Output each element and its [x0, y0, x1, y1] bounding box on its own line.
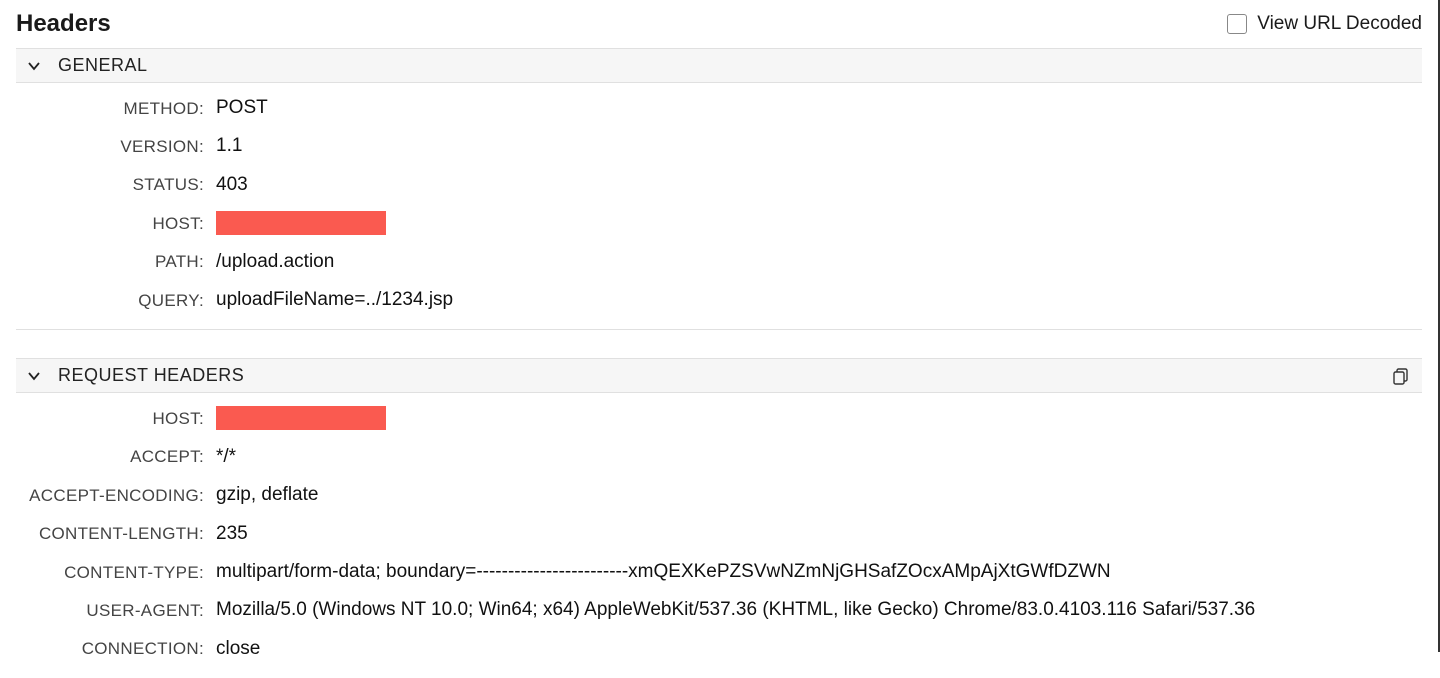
table-row: ACCEPT-ENCODING: gzip, deflate	[16, 476, 1422, 514]
general-rows: METHOD: POST VERSION: 1.1 STATUS: 403 HO…	[16, 83, 1422, 330]
general-section-header[interactable]: GENERAL	[16, 48, 1422, 83]
checkbox-icon[interactable]	[1227, 14, 1247, 34]
general-section: GENERAL METHOD: POST VERSION: 1.1 STATUS…	[16, 48, 1422, 330]
titlebar: Headers View URL Decoded	[16, 10, 1422, 44]
row-key: CONNECTION:	[16, 635, 216, 662]
table-row: STATUS: 403	[16, 166, 1422, 204]
headers-panel: Headers View URL Decoded GENERAL METHOD:…	[0, 0, 1440, 652]
chevron-down-icon	[26, 58, 42, 74]
row-value: /upload.action	[216, 247, 1422, 277]
table-row: CONNECTION: close	[16, 630, 1422, 668]
row-value-redacted	[216, 208, 1422, 238]
table-row: CONTENT-TYPE: multipart/form-data; bound…	[16, 553, 1422, 591]
table-row: METHOD: POST	[16, 89, 1422, 127]
row-key: USER-AGENT:	[16, 597, 216, 624]
table-row: ACCEPT: */*	[16, 438, 1422, 476]
row-value: multipart/form-data; boundary=----------…	[216, 557, 1422, 587]
redacted-block	[216, 406, 386, 430]
row-key: HOST:	[16, 210, 216, 237]
row-value: 235	[216, 519, 1422, 549]
row-value: gzip, deflate	[216, 480, 1422, 510]
request-rows: HOST: ACCEPT: */* ACCEPT-ENCODING: gzip,…	[16, 393, 1422, 678]
table-row: VERSION: 1.1	[16, 127, 1422, 165]
request-headers-section-label: REQUEST HEADERS	[58, 365, 244, 386]
row-key: ACCEPT-ENCODING:	[16, 482, 216, 509]
row-value: Mozilla/5.0 (Windows NT 10.0; Win64; x64…	[216, 595, 1422, 625]
row-key: HOST:	[16, 405, 216, 432]
row-key: QUERY:	[16, 287, 216, 314]
general-section-label: GENERAL	[58, 55, 148, 76]
row-value: uploadFileName=../1234.jsp	[216, 285, 1422, 315]
table-row: QUERY: uploadFileName=../1234.jsp	[16, 281, 1422, 319]
row-key: ACCEPT:	[16, 443, 216, 470]
row-value: */*	[216, 442, 1422, 472]
row-value: close	[216, 634, 1422, 664]
row-key: METHOD:	[16, 95, 216, 122]
table-row: CONTENT-LENGTH: 235	[16, 515, 1422, 553]
row-key: VERSION:	[16, 133, 216, 160]
view-url-decoded-label: View URL Decoded	[1257, 13, 1422, 35]
copy-icon[interactable]	[1390, 365, 1412, 387]
row-key: PATH:	[16, 248, 216, 275]
request-headers-section-header[interactable]: REQUEST HEADERS	[16, 358, 1422, 393]
request-headers-section: REQUEST HEADERS HOST: ACCEPT: */* ACCEPT…	[16, 358, 1422, 678]
row-value-redacted	[216, 403, 1422, 433]
table-row: PATH: /upload.action	[16, 243, 1422, 281]
table-row: HOST:	[16, 204, 1422, 242]
chevron-down-icon	[26, 368, 42, 384]
row-value: 1.1	[216, 131, 1422, 161]
row-key: CONTENT-TYPE:	[16, 559, 216, 586]
row-value: POST	[216, 93, 1422, 123]
page-title: Headers	[16, 10, 111, 38]
view-url-decoded-toggle[interactable]: View URL Decoded	[1227, 13, 1422, 35]
table-row: USER-AGENT: Mozilla/5.0 (Windows NT 10.0…	[16, 591, 1422, 629]
section-spacer	[16, 330, 1422, 354]
table-row: HOST:	[16, 399, 1422, 437]
row-value: 403	[216, 170, 1422, 200]
redacted-block	[216, 211, 386, 235]
row-key: STATUS:	[16, 171, 216, 198]
row-key: CONTENT-LENGTH:	[16, 520, 216, 547]
